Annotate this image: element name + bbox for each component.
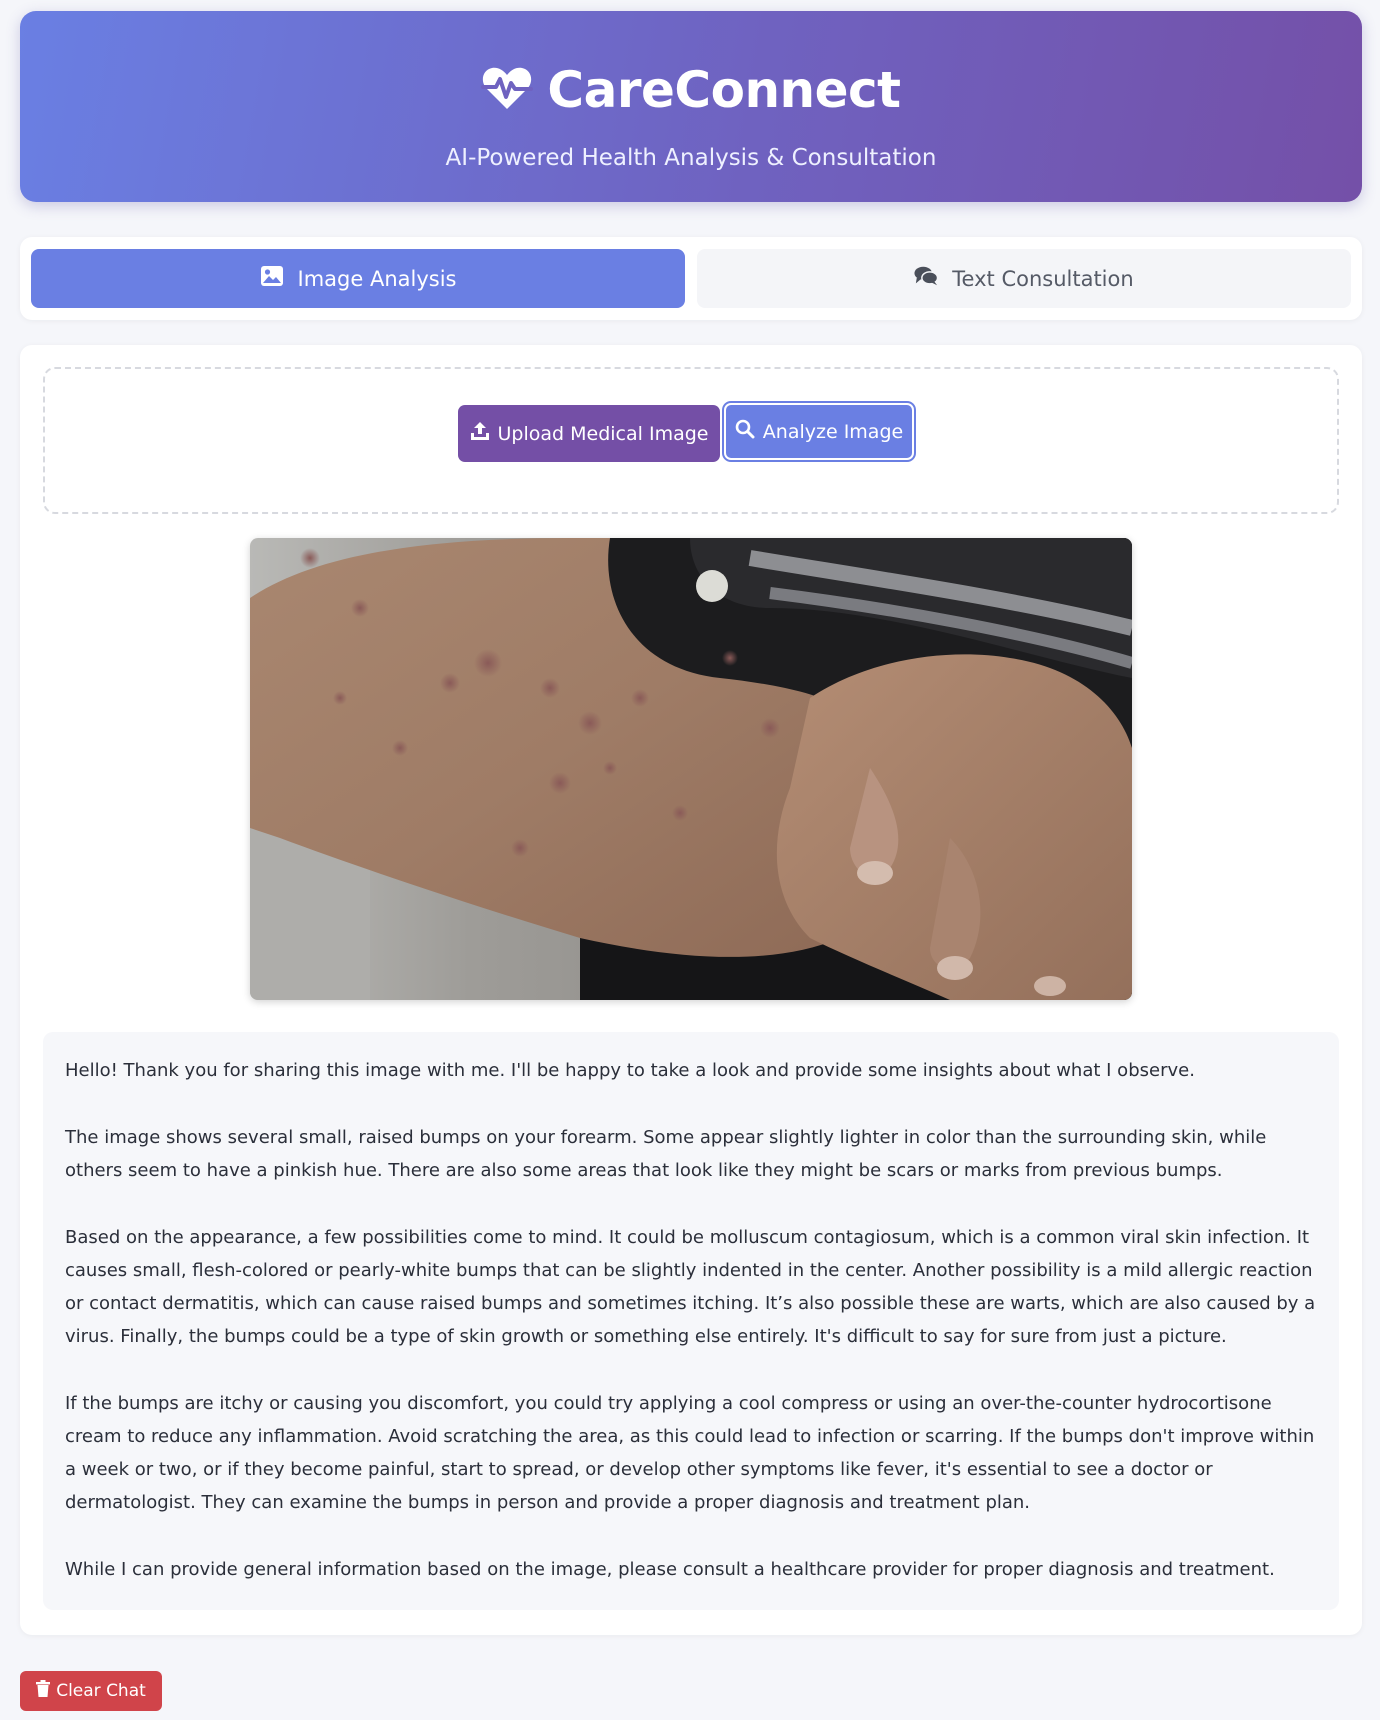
response-paragraph: Hello! Thank you for sharing this image … — [65, 1060, 1195, 1081]
uploaded-image — [250, 538, 1132, 1000]
tab-image-analysis[interactable]: Image Analysis — [31, 249, 685, 308]
tab-text-consultation[interactable]: Text Consultation — [697, 249, 1351, 308]
app-title: CareConnect — [547, 61, 901, 119]
clear-chat-button[interactable]: Clear Chat — [20, 1671, 162, 1711]
app-header: CareConnect AI-Powered Health Analysis &… — [20, 11, 1362, 202]
response-paragraph: While I can provide general information … — [65, 1559, 1275, 1580]
app-tagline: AI-Powered Health Analysis & Consultatio… — [445, 145, 937, 171]
upload-button-label: Upload Medical Image — [497, 422, 709, 445]
analyze-image-button[interactable]: Analyze Image — [724, 403, 914, 460]
main-panel: Upload Medical Image Analyze Image Hello… — [20, 345, 1362, 1635]
image-icon — [260, 265, 284, 292]
tab-bar: Image Analysis Text Consultation — [20, 237, 1362, 320]
analysis-response: Hello! Thank you for sharing this image … — [43, 1032, 1339, 1610]
response-paragraph: Based on the appearance, a few possibili… — [65, 1227, 1316, 1347]
clear-chat-label: Clear Chat — [56, 1681, 146, 1701]
response-paragraph: The image shows several small, raised bu… — [65, 1127, 1267, 1181]
upload-icon — [470, 421, 490, 446]
tab-label: Text Consultation — [952, 266, 1134, 291]
trash-icon — [36, 1680, 51, 1702]
search-icon — [735, 419, 755, 444]
heart-pulse-icon — [481, 65, 534, 115]
comments-icon — [914, 265, 939, 292]
upload-image-button[interactable]: Upload Medical Image — [458, 405, 720, 462]
analyze-button-label: Analyze Image — [762, 420, 904, 443]
response-paragraph: If the bumps are itchy or causing you di… — [65, 1393, 1315, 1513]
upload-dropzone[interactable]: Upload Medical Image Analyze Image — [43, 367, 1339, 514]
brand: CareConnect — [20, 61, 1362, 119]
tab-label: Image Analysis — [297, 266, 457, 291]
